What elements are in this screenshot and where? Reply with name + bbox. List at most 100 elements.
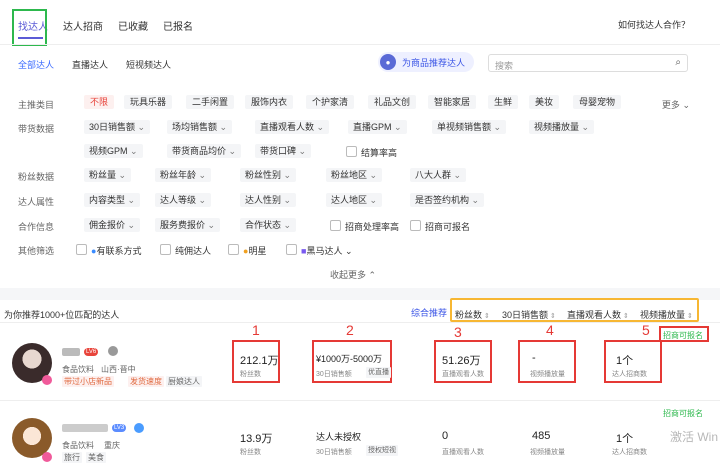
dropdown-signed-agency[interactable]: 是否签约机构 xyxy=(410,193,485,207)
filter-label-coop: 合作信息 xyxy=(18,222,55,232)
sort-fans[interactable]: 粉丝数 xyxy=(455,308,490,321)
dropdown-video-gpm[interactable]: 视频GPM xyxy=(84,144,143,158)
tab-talent-recruit[interactable]: 达人招商 xyxy=(63,18,103,33)
checkbox-box xyxy=(330,220,341,231)
annotation-number: 2 xyxy=(346,322,354,338)
dropdown-content-type[interactable]: 内容类型 xyxy=(84,193,141,207)
annotation-number: 1 xyxy=(252,322,260,338)
verified-badge-icon xyxy=(42,452,52,462)
checkbox-celebrity[interactable]: ●明星 xyxy=(228,244,266,257)
more-categories-button[interactable]: 更多 ⌄ xyxy=(662,98,690,111)
talent-category: 食品饮料 xyxy=(62,365,94,374)
verified-badge-icon xyxy=(42,375,52,385)
category-chip[interactable]: 母婴宠物 xyxy=(573,95,622,109)
checkbox-box xyxy=(286,244,297,255)
checkbox-box xyxy=(160,244,171,255)
talent-location: 山西·晋中 xyxy=(101,365,136,374)
level-badge: LV6 xyxy=(84,348,99,356)
category-chip[interactable]: 玩具乐器 xyxy=(124,95,173,109)
sort-live-viewers[interactable]: 直播观看人数 xyxy=(567,308,629,321)
checkbox-can-register[interactable]: 招商可报名 xyxy=(410,220,470,233)
highlight-box-green xyxy=(12,9,47,46)
category-chip[interactable]: 美妆 xyxy=(529,95,560,109)
metric-sales-label: 30日销售额 xyxy=(316,449,352,456)
annotation-number: 3 xyxy=(454,324,462,340)
dropdown-fans-gender[interactable]: 粉丝性别 xyxy=(240,168,297,182)
dropdown-video-plays[interactable]: 视频播放量 xyxy=(529,120,595,134)
dropdown-video-sales[interactable]: 单视频销售额 xyxy=(432,120,507,134)
talent-name-blurred[interactable] xyxy=(62,424,108,432)
metric-video-plays-label: 视频播放量 xyxy=(530,449,565,456)
category-chip[interactable]: 智能家居 xyxy=(428,95,477,109)
checkbox-box xyxy=(76,244,87,255)
filter-label-category: 主推类目 xyxy=(18,100,55,110)
checkbox-label: 结算率高 xyxy=(361,148,398,158)
category-chip[interactable]: 二手闲置 xyxy=(186,95,235,109)
dropdown-coop-status[interactable]: 合作状态 xyxy=(240,218,297,232)
metric-recruit-count-value: 1个 xyxy=(616,433,634,445)
search-icon[interactable]: ⌕ xyxy=(675,57,681,68)
sales-source-tag: 授权短视 xyxy=(366,445,398,456)
metric-recruit-count-value: 1个 xyxy=(616,355,634,367)
checkbox-settlement-rate[interactable]: 结算率高 xyxy=(346,146,397,159)
dropdown-commission[interactable]: 佣金报价 xyxy=(84,218,141,232)
robot-avatar-icon: ● xyxy=(380,54,396,70)
category-chip[interactable]: 服饰内衣 xyxy=(245,95,294,109)
checkbox-pure-commission[interactable]: 纯佣达人 xyxy=(160,244,211,257)
checkbox-has-contact[interactable]: ●有联系方式 xyxy=(76,244,141,257)
metric-sales-value: ¥1000万-5000万 xyxy=(316,354,383,364)
dropdown-service-fee[interactable]: 服务费报价 xyxy=(155,218,221,232)
subtab-short-video[interactable]: 短视频达人 xyxy=(126,58,171,71)
metric-live-viewers-label: 直播观看人数 xyxy=(442,449,484,456)
metric-video-plays-value: 485 xyxy=(532,430,551,442)
dropdown-eight-groups[interactable]: 八大人群 xyxy=(410,168,467,182)
category-chip[interactable]: 礼品文创 xyxy=(368,95,417,109)
checkbox-box xyxy=(228,244,239,255)
metric-video-plays-value: - xyxy=(532,352,536,364)
tab-registered[interactable]: 已报名 xyxy=(163,18,193,33)
dropdown-avg-sales[interactable]: 场均销售额 xyxy=(167,120,233,134)
collapse-label: 收起更多 xyxy=(330,270,367,280)
dropdown-live-gpm[interactable]: 直播GPM xyxy=(348,120,407,134)
dropdown-fans-region[interactable]: 粉丝地区 xyxy=(326,168,383,182)
dropdown-talent-region[interactable]: 达人地区 xyxy=(326,193,383,207)
dropdown-reputation[interactable]: 带货口碑 xyxy=(255,144,312,158)
talent-tag: 发货速度 xyxy=(128,376,164,387)
sort-30d-sales[interactable]: 30日销售额 xyxy=(502,308,556,321)
dropdown-live-viewers[interactable]: 直播观看人数 xyxy=(255,120,330,134)
category-chip[interactable]: 不限 xyxy=(84,95,115,109)
sort-default[interactable]: 综合推荐 xyxy=(411,306,447,319)
dropdown-talent-level[interactable]: 达人等级 xyxy=(155,193,212,207)
annotation-number: 4 xyxy=(546,322,554,338)
recommend-button-label: 为商品推荐达人 xyxy=(402,57,466,68)
dropdown-30d-sales[interactable]: 30日销售额 xyxy=(84,120,151,134)
talent-name-blurred[interactable] xyxy=(62,348,80,356)
talent-location: 重庆 xyxy=(104,441,120,450)
checkbox-label: 有联系方式 xyxy=(96,246,142,256)
dropdown-fans-count[interactable]: 粉丝量 xyxy=(84,168,132,182)
os-watermark: 激活 Win xyxy=(670,430,719,444)
help-link[interactable]: 如何找达人合作？ xyxy=(618,18,690,31)
search-input[interactable]: 搜索 ⌕ xyxy=(488,54,688,72)
dropdown-avg-price[interactable]: 带货商品均价 xyxy=(167,144,242,158)
subtab-live[interactable]: 直播达人 xyxy=(72,58,108,71)
category-chip[interactable]: 个护家清 xyxy=(306,95,355,109)
tab-favorites[interactable]: 已收藏 xyxy=(118,18,148,33)
dropdown-fans-age[interactable]: 粉丝年龄 xyxy=(155,168,212,182)
recommend-for-product-button[interactable]: ● 为商品推荐达人 xyxy=(378,52,474,72)
metric-video-plays-label: 视频播放量 xyxy=(530,371,565,378)
divider xyxy=(0,400,720,401)
level-badge: LV3 xyxy=(112,424,127,432)
filter-label-sales: 带货数据 xyxy=(18,124,55,134)
filter-label-attrs: 达人属性 xyxy=(18,197,55,207)
checkbox-high-process-rate[interactable]: 招商处理率高 xyxy=(330,220,399,233)
dropdown-talent-gender[interactable]: 达人性别 xyxy=(240,193,297,207)
talent-category: 食品饮料 xyxy=(62,441,94,450)
category-chip[interactable]: 生鲜 xyxy=(488,95,519,109)
checkbox-dark-horse[interactable]: ■黑马达人 ⌄ xyxy=(286,244,353,257)
annotation-number: 5 xyxy=(642,322,650,338)
collapse-filters-button[interactable]: 收起更多 ⌃ xyxy=(330,268,376,281)
checkbox-label: 招商处理率高 xyxy=(345,222,400,232)
subtab-all[interactable]: 全部达人 xyxy=(18,58,54,71)
sort-video-plays[interactable]: 视频播放量 xyxy=(640,308,693,321)
